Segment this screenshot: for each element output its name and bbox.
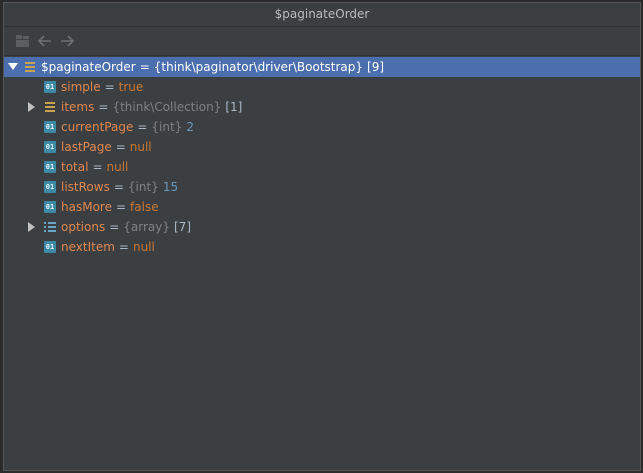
field-type: {think\Collection} (112, 100, 222, 114)
field-value: null (132, 240, 155, 254)
object-icon (24, 61, 36, 73)
child-count: [1] (225, 100, 243, 114)
field-icon: 01 (44, 201, 56, 213)
field-value: null (106, 160, 129, 174)
field-value: 15 (162, 180, 179, 194)
equals-sign: = (92, 160, 103, 174)
field-name: nextItem (61, 240, 115, 254)
field-value: false (130, 200, 159, 214)
tree-row-hasmore[interactable]: 01 hasMore = false (4, 197, 640, 217)
field-name: total (61, 160, 89, 174)
child-count: [9] (367, 60, 385, 74)
expand-toggle[interactable] (7, 61, 19, 73)
field-type: {int} (127, 180, 159, 194)
equals-sign: = (118, 240, 129, 254)
field-type: {int} (151, 120, 183, 134)
tree-row-simple[interactable]: 01 simple = true (4, 77, 640, 97)
equals-sign: = (139, 60, 150, 74)
field-name: lastPage (61, 140, 112, 154)
expand-toggle[interactable] (26, 101, 38, 113)
equals-sign: = (109, 220, 120, 234)
equals-sign: = (115, 200, 127, 214)
field-value: null (129, 140, 152, 154)
field-name: hasMore (61, 200, 112, 214)
field-icon: 01 (44, 141, 56, 153)
field-icon: 01 (44, 161, 56, 173)
tree-row-listrows[interactable]: 01 listRows = {int} 15 (4, 177, 640, 197)
field-value: true (118, 80, 144, 94)
window-title: $paginateOrder (4, 3, 640, 27)
tree-row-currentpage[interactable]: 01 currentPage = {int} 2 (4, 117, 640, 137)
tree-row-lastpage[interactable]: 01 lastPage = null (4, 137, 640, 157)
variable-type: {think\paginator\driver\Bootstrap} (153, 60, 364, 74)
forward-arrow-icon[interactable] (56, 30, 78, 52)
field-type: {array} (123, 220, 170, 234)
debugger-variable-popup: $paginateOrder $paginateOrder = {think\p… (3, 2, 641, 471)
object-icon (44, 101, 56, 113)
field-icon: 01 (44, 241, 56, 253)
expand-toggle[interactable] (26, 221, 38, 233)
field-value: 2 (186, 120, 194, 134)
child-count: [7] (174, 220, 191, 234)
field-name: items (61, 100, 95, 114)
tree-row-items[interactable]: items = {think\Collection} [1] (4, 97, 640, 117)
field-icon: 01 (44, 81, 56, 93)
field-name: simple (61, 80, 101, 94)
tree-row-nextitem[interactable]: 01 nextItem = null (4, 237, 640, 257)
equals-sign: = (115, 140, 126, 154)
field-name: options (61, 220, 106, 234)
toolbar (4, 27, 640, 56)
array-icon (44, 221, 56, 233)
equals-sign: = (137, 120, 148, 134)
frames-icon[interactable] (12, 30, 34, 52)
back-arrow-icon[interactable] (34, 30, 56, 52)
variable-tree: $paginateOrder = {think\paginator\driver… (4, 56, 640, 257)
field-icon: 01 (44, 181, 56, 193)
tree-row-root[interactable]: $paginateOrder = {think\paginator\driver… (4, 57, 640, 77)
field-icon: 01 (44, 121, 56, 133)
tree-row-total[interactable]: 01 total = null (4, 157, 640, 177)
variable-name: $paginateOrder (41, 60, 136, 74)
equals-sign: = (113, 180, 124, 194)
field-name: currentPage (61, 120, 134, 134)
field-name: listRows (61, 180, 110, 194)
equals-sign: = (104, 80, 115, 94)
tree-row-options[interactable]: options = {array} [7] (4, 217, 640, 237)
equals-sign: = (98, 100, 109, 114)
